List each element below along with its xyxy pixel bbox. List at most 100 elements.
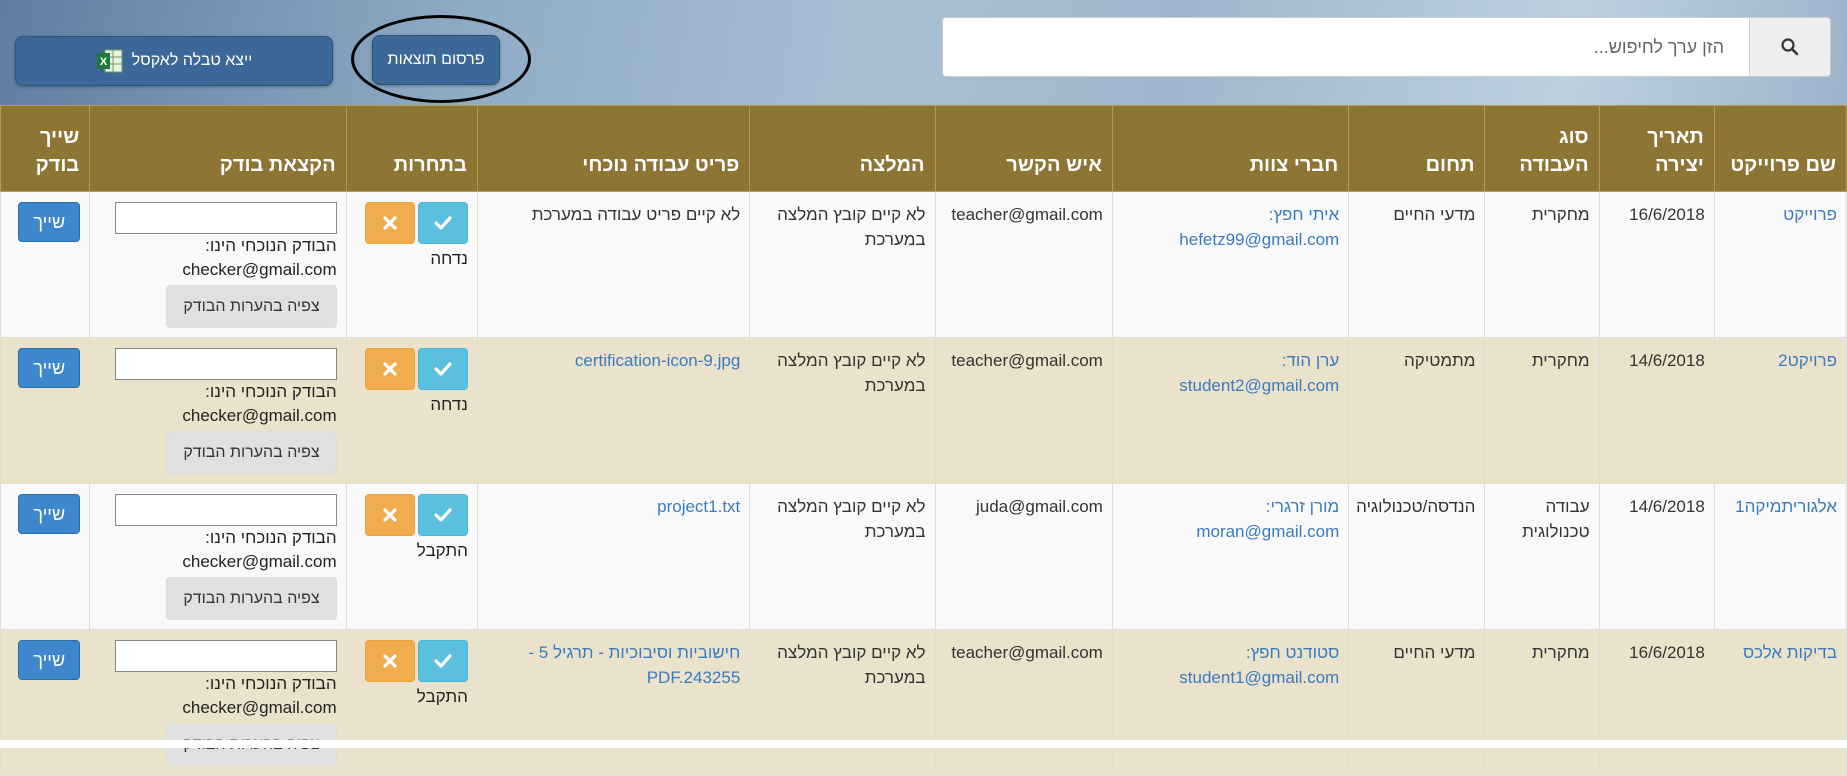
current-checker-email: checker@gmail.com [182, 698, 337, 717]
team-member-name[interactable]: מורן זרגרי: [1266, 497, 1339, 516]
contact-email: teacher@gmail.com [934, 337, 1113, 484]
project-link[interactable]: אלגוריתמיקה1 [1735, 497, 1837, 516]
current-checker-label: הבודק הנוכחי הינו: [205, 674, 337, 693]
project-link[interactable]: פרויקט2 [1778, 351, 1837, 370]
contact-email: juda@gmail.com [934, 483, 1113, 630]
project-link[interactable]: פרוייקט [1783, 205, 1837, 224]
work-type: מחקרית [1484, 191, 1600, 338]
team-member-email[interactable]: moran@gmail.com [1196, 522, 1339, 541]
table-row: פרויקט2 14/6/2018 מחקרית מתמטיקה ערן הוד… [0, 337, 1847, 484]
field: מדעי החיים [1348, 191, 1486, 338]
assign-button[interactable]: שייך [18, 640, 81, 680]
reject-button[interactable] [364, 494, 415, 536]
reject-button[interactable] [364, 202, 415, 244]
assign-checker-cell: הבודק הנוכחי הינו: checker@gmail.com צפי… [89, 191, 347, 338]
check-icon [434, 216, 452, 230]
competition-cell: נדחה [345, 337, 478, 484]
competition-cell: התקבל [345, 629, 478, 776]
check-icon [434, 654, 452, 668]
search-input[interactable] [943, 18, 1750, 76]
header-recommendation[interactable]: המלצה [749, 105, 936, 192]
x-icon [383, 362, 397, 376]
highlight-circle [351, 15, 531, 103]
status-text: נדחה [430, 395, 468, 414]
competition-cell: התקבל [345, 483, 478, 630]
recommendation: לא קיים קובץ המלצה במערכת [749, 629, 936, 776]
project-link[interactable]: בדיקות אלכס [1743, 643, 1837, 662]
team-member-name[interactable]: איתי חפץ: [1269, 205, 1339, 224]
team-members: איתי חפץ: hefetz99@gmail.com [1111, 191, 1350, 338]
current-item-link[interactable]: certification-icon-9.jpg [575, 351, 740, 370]
header-team[interactable]: חברי צוות [1111, 105, 1350, 192]
created-date: 14/6/2018 [1598, 483, 1715, 630]
header-field[interactable]: תחום [1348, 105, 1486, 192]
footer-strip [0, 740, 1847, 748]
view-checker-notes-button[interactable]: צפיה בהערות הבודק [166, 285, 337, 328]
export-excel-button[interactable]: ייצא טבלה לאקסל X [15, 36, 333, 86]
assign-button[interactable]: שייך [18, 348, 81, 388]
assign-button[interactable]: שייך [18, 202, 81, 242]
checker-input[interactable] [114, 494, 337, 526]
x-icon [383, 216, 397, 230]
reject-button[interactable] [364, 348, 415, 390]
created-date: 16/6/2018 [1598, 191, 1715, 338]
assign-checker-cell: הבודק הנוכחי הינו: checker@gmail.com צפי… [89, 629, 347, 776]
x-icon [383, 654, 397, 668]
table-header-row: שם פרוייקט תאריך יצירה סוג העבודה תחום ח… [0, 105, 1847, 192]
search-button[interactable] [1749, 18, 1830, 76]
svg-text:X: X [100, 56, 108, 68]
projects-table: שם פרוייקט תאריך יצירה סוג העבודה תחום ח… [0, 105, 1847, 776]
assign-cell: שייך [0, 629, 91, 776]
work-type: מחקרית [1484, 337, 1600, 484]
current-item-link[interactable]: project1.txt [657, 497, 740, 516]
assign-cell: שייך [0, 337, 91, 484]
team-member-email[interactable]: student1@gmail.com [1179, 668, 1339, 687]
view-checker-notes-button[interactable]: צפיה בהערות הבודק [166, 431, 337, 474]
competition-cell: נדחה [345, 191, 478, 338]
header-created[interactable]: תאריך יצירה [1598, 105, 1715, 192]
current-item-link[interactable]: חישוביות וסיבוכיות - תרגיל 5 - PDF.24325… [528, 643, 740, 687]
team-member-name[interactable]: סטודנט חפץ: [1246, 643, 1339, 662]
status-text: נדחה [430, 249, 468, 268]
accept-button[interactable] [417, 202, 468, 244]
header-assign-checker[interactable]: הקצאת בודק [89, 105, 347, 192]
contact-email: teacher@gmail.com [934, 191, 1113, 338]
checker-input[interactable] [114, 640, 337, 672]
header-work-type[interactable]: סוג העבודה [1484, 105, 1600, 192]
contact-email: teacher@gmail.com [934, 629, 1113, 776]
assign-cell: שייך [0, 483, 91, 630]
view-checker-notes-button[interactable]: צפיה בהערות הבודק [166, 577, 337, 620]
team-members: סטודנט חפץ: student1@gmail.com [1111, 629, 1350, 776]
checker-input[interactable] [114, 348, 337, 380]
current-checker-label: הבודק הנוכחי הינו: [205, 236, 337, 255]
team-members: מורן זרגרי: moran@gmail.com [1111, 483, 1350, 630]
header-project-name[interactable]: שם פרוייקט [1713, 105, 1847, 192]
field: הנדסה/טכנולוגיה [1348, 483, 1486, 630]
status-text: התקבל [416, 687, 468, 706]
accept-button[interactable] [417, 348, 468, 390]
assign-button[interactable]: שייך [18, 494, 81, 534]
header-current-item[interactable]: פריט עבודה נוכחי [476, 105, 751, 192]
table-row: אלגוריתמיקה1 14/6/2018 עבודה טכנולוגית ה… [0, 483, 1847, 630]
field: מדעי החיים [1348, 629, 1486, 776]
recommendation: לא קיים קובץ המלצה במערכת [749, 337, 936, 484]
assign-checker-cell: הבודק הנוכחי הינו: checker@gmail.com צפי… [89, 483, 347, 630]
team-member-email[interactable]: student2@gmail.com [1179, 376, 1339, 395]
header-assign[interactable]: שייך בודק [0, 105, 91, 192]
team-member-name[interactable]: ערן הוד: [1282, 351, 1339, 370]
reject-button[interactable] [364, 640, 415, 682]
table-row: בדיקות אלכס 16/6/2018 מחקרית מדעי החיים … [0, 629, 1847, 776]
field: מתמטיקה [1348, 337, 1486, 484]
team-member-email[interactable]: hefetz99@gmail.com [1179, 230, 1339, 249]
current-checker-label: הבודק הנוכחי הינו: [205, 382, 337, 401]
checker-input[interactable] [114, 202, 337, 234]
check-icon [434, 508, 452, 522]
header-competitions[interactable]: בתחרות [345, 105, 478, 192]
accept-button[interactable] [417, 494, 468, 536]
status-text: התקבל [416, 541, 468, 560]
header-contact[interactable]: איש הקשר [934, 105, 1113, 192]
created-date: 14/6/2018 [1598, 337, 1715, 484]
recommendation: לא קיים קובץ המלצה במערכת [749, 483, 936, 630]
current-checker-email: checker@gmail.com [182, 552, 337, 571]
accept-button[interactable] [417, 640, 468, 682]
